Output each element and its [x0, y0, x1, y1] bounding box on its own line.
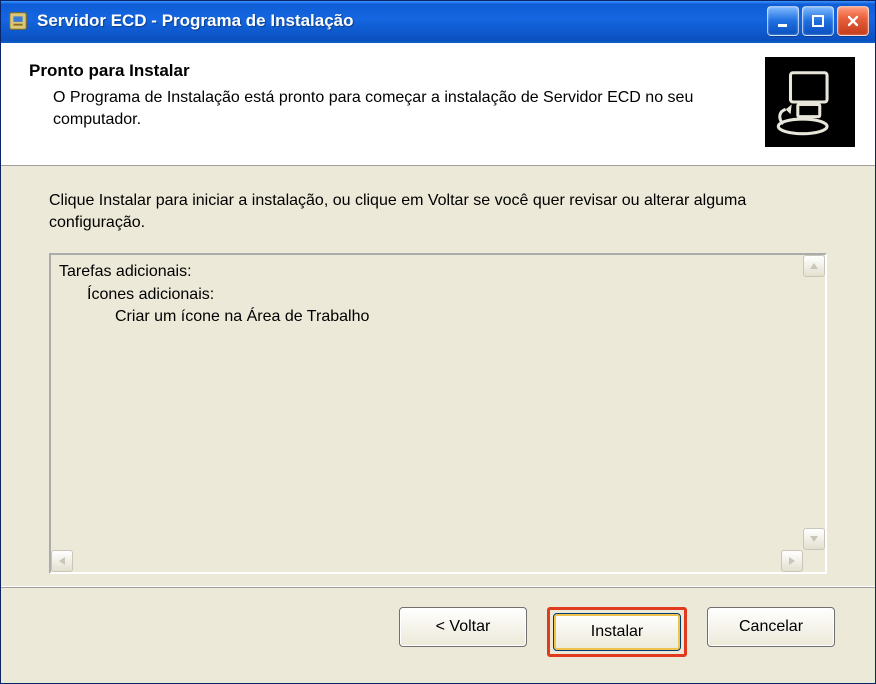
page-title: Pronto para Instalar: [29, 61, 749, 81]
wizard-body: Clique Instalar para iniciar a instalaçã…: [1, 166, 875, 586]
summary-text: Tarefas adicionais: Ícones adicionais: C…: [51, 255, 803, 550]
summary-line: Ícones adicionais:: [59, 284, 795, 306]
page-subtitle: O Programa de Instalação está pronto par…: [53, 87, 749, 130]
vertical-scrollbar[interactable]: [803, 255, 825, 550]
scroll-down-button[interactable]: [803, 528, 825, 550]
installer-window: Servidor ECD - Programa de Instalação Pr…: [0, 0, 876, 684]
computer-install-icon: [765, 57, 855, 147]
titlebar[interactable]: Servidor ECD - Programa de Instalação: [1, 1, 875, 41]
scroll-left-button[interactable]: [51, 550, 73, 572]
installer-icon: [7, 10, 29, 32]
window-title: Servidor ECD - Programa de Instalação: [37, 11, 767, 31]
wizard-footer: < Voltar Instalar Cancelar: [1, 586, 875, 683]
close-button[interactable]: [837, 6, 869, 36]
header-text-block: Pronto para Instalar O Programa de Insta…: [29, 57, 749, 130]
cancel-button[interactable]: Cancelar: [707, 607, 835, 647]
install-highlight: Instalar: [547, 607, 687, 657]
instructions-text: Clique Instalar para iniciar a instalaçã…: [49, 190, 827, 233]
summary-line: Tarefas adicionais:: [59, 261, 795, 283]
horizontal-scrollbar[interactable]: [51, 550, 825, 572]
back-button[interactable]: < Voltar: [399, 607, 527, 647]
scroll-right-button[interactable]: [781, 550, 803, 572]
minimize-button[interactable]: [767, 6, 799, 36]
summary-box: Tarefas adicionais: Ícones adicionais: C…: [49, 253, 827, 574]
maximize-button[interactable]: [802, 6, 834, 36]
install-button[interactable]: Instalar: [553, 613, 681, 651]
scroll-up-button[interactable]: [803, 255, 825, 277]
summary-line: Criar um ícone na Área de Trabalho: [59, 306, 795, 328]
scroll-track[interactable]: [73, 550, 781, 572]
scroll-corner: [803, 550, 825, 572]
window-controls: [767, 6, 871, 36]
scroll-track[interactable]: [803, 277, 825, 528]
wizard-header: Pronto para Instalar O Programa de Insta…: [1, 41, 875, 166]
